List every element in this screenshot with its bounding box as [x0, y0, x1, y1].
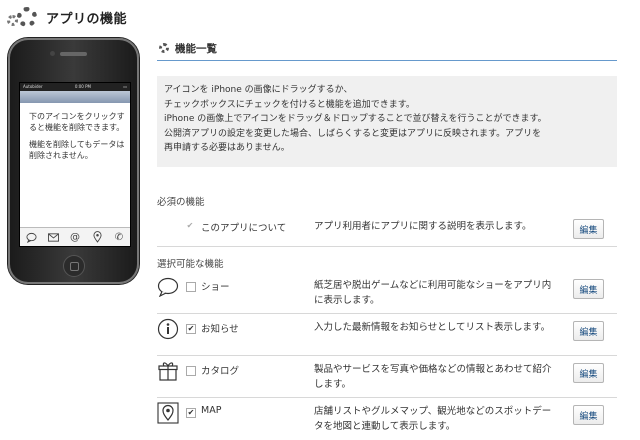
home-button [63, 255, 85, 277]
feature-description: 店舗リストやグルメマップ、観光地などのスポットデータを地図と連動して表示します。 [314, 406, 552, 432]
gear-icon [4, 6, 44, 28]
phone-tab-bar: @ ✆ [20, 227, 130, 246]
edit-button[interactable]: 編集 [573, 405, 604, 425]
feature-description: 紙芝居や脱出ゲームなどに利用可能なショーをアプリ内に表示します。 [314, 280, 552, 306]
phone-nav-bar [20, 91, 130, 103]
info-box: アイコンを iPhone の画像にドラッグするか、 チェックボックスにチェックを… [157, 76, 617, 167]
edit-button[interactable]: 編集 [573, 321, 604, 341]
info-icon[interactable] [157, 318, 179, 340]
feature-checkbox: ✔ [186, 221, 194, 230]
feature-panel: 機能一覧 アイコンを iPhone の画像にドラッグするか、 チェックボックスに… [157, 36, 617, 432]
section-title: 機能一覧 [175, 42, 217, 55]
camera-icon [50, 51, 55, 56]
feature-name: カタログ [201, 366, 240, 377]
speech-bubble-icon[interactable] [157, 276, 179, 298]
feature-row-map: ✔ MAP 店舗リストやグルメマップ、観光地などのスポットデータを地図と連動して… [157, 400, 617, 439]
required-group-label: 必須の機能 [157, 197, 205, 208]
status-time: 0:00 PM [74, 84, 91, 89]
feature-checkbox[interactable]: ✔ [186, 324, 196, 334]
feature-name: MAP [201, 405, 222, 416]
info-line: iPhone の画像上でアイコンをドラッグ＆ドロップすることで並び替えを行うこと… [164, 114, 547, 124]
feature-description: アプリ利用者にアプリに関する説明を表示します。 [314, 221, 532, 232]
phone-message: 下のアイコンをクリックすると機能を削除できます。 機能を削除してもデータは削除さ… [20, 103, 130, 161]
feature-description: 製品やサービスを写真や価格などの情報とあわせて紹介します。 [314, 364, 552, 390]
feature-checkbox[interactable] [186, 366, 196, 376]
edit-button[interactable]: 編集 [573, 363, 604, 383]
phone-message-line: 下のアイコンをクリックすると機能を削除できます。 [29, 112, 125, 132]
info-line: 再申請する必要はありません。 [164, 143, 290, 153]
mail-icon[interactable] [46, 230, 60, 244]
status-carrier: Autobider [23, 84, 43, 89]
feature-checkbox[interactable]: ✔ [186, 408, 196, 418]
speaker-grille [60, 52, 87, 56]
feature-name: このアプリについて [201, 223, 287, 234]
info-line: チェックボックスにチェックを付けると機能を追加できます。 [164, 99, 415, 110]
gear-icon [159, 43, 169, 53]
phone-icon[interactable]: ✆ [112, 230, 126, 244]
feature-description: 入力した最新情報をお知らせとしてリスト表示します。 [314, 322, 551, 333]
info-line: アイコンを iPhone の画像にドラッグするか、 [164, 85, 353, 95]
feature-checkbox[interactable] [186, 282, 196, 292]
at-icon[interactable]: @ [68, 230, 82, 244]
optional-group-label: 選択可能な機能 [157, 259, 224, 270]
page-title: アプリの機能 [46, 11, 128, 27]
phone-status-bar: Autobider 0:00 PM ▭ [20, 83, 130, 91]
phone-message-line: 機能を削除してもデータは削除されません。 [29, 140, 125, 160]
edit-button[interactable]: 編集 [573, 219, 604, 239]
map-pin-icon[interactable] [157, 402, 179, 424]
iphone-preview: Autobider 0:00 PM ▭ 下のアイコンをクリックすると機能を削除で… [8, 38, 139, 284]
feature-name: ショー [201, 282, 230, 293]
battery-icon: ▭ [123, 84, 127, 89]
feature-row-about: ✔ このアプリについて アプリ利用者にアプリに関する説明を表示します。 編集 [157, 212, 617, 247]
phone-screen: Autobider 0:00 PM ▭ 下のアイコンをクリックすると機能を削除で… [19, 82, 131, 247]
section-header: 機能一覧 [157, 36, 617, 61]
page-header: アプリの機能 [4, 4, 127, 30]
gift-icon[interactable] [157, 360, 179, 382]
edit-button[interactable]: 編集 [573, 279, 604, 299]
chat-icon[interactable] [24, 230, 38, 244]
feature-row-news: ✔ お知らせ 入力した最新情報をお知らせとしてリスト表示します。 編集 [157, 316, 617, 356]
map-pin-icon[interactable] [90, 230, 104, 244]
info-line: 公開済アプリの設定を変更した場合、しばらくすると変更はアプリに反映されます。アプ… [164, 128, 542, 139]
feature-name: お知らせ [201, 324, 239, 335]
feature-row-catalog: カタログ 製品やサービスを写真や価格などの情報とあわせて紹介します。 編集 [157, 358, 617, 398]
feature-row-show: ショー 紙芝居や脱出ゲームなどに利用可能なショーをアプリ内に表示します。 編集 [157, 274, 617, 314]
